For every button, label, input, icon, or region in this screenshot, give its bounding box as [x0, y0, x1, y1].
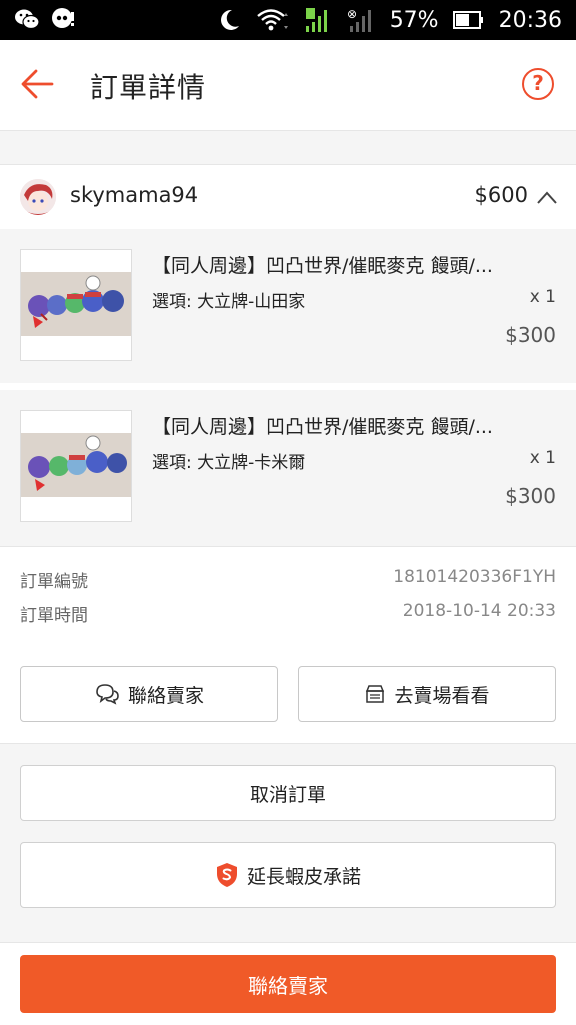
- contact-seller-button[interactable]: 聯絡賣家: [20, 666, 278, 722]
- visit-shop-button[interactable]: 去賣場看看: [298, 666, 556, 722]
- extend-guarantee-button[interactable]: 延長蝦皮承諾: [20, 842, 556, 908]
- order-time-value: 2018-10-14 20:33: [402, 601, 556, 621]
- bottom-action-bar: 聯絡賣家: [0, 942, 576, 1025]
- order-time-label: 訂單時間: [20, 606, 88, 626]
- help-icon[interactable]: ?: [522, 68, 554, 100]
- product-item[interactable]: 【同人周邊】凹凸世界/催眠麥克 饅頭/... 選項: 大立牌-卡米爾 x 1 $…: [0, 390, 576, 544]
- page-title: 訂單詳情: [90, 71, 207, 104]
- battery-icon: [452, 11, 483, 29]
- signal-sim1-icon: [305, 8, 327, 32]
- product-option: 選項: 大立牌-山田家: [152, 292, 306, 312]
- shop-icon: [366, 685, 385, 703]
- wifi-icon: [256, 9, 288, 31]
- extend-guarantee-label: 延長蝦皮承諾: [246, 865, 361, 888]
- product-quantity: x 1: [529, 448, 556, 468]
- primary-contact-seller-label: 聯絡賣家: [248, 973, 328, 998]
- order-actions: 取消訂單 延長蝦皮承諾: [0, 744, 576, 942]
- wechat-icon: [15, 9, 40, 30]
- seller-actions: 聯絡賣家 去賣場看看: [0, 647, 576, 744]
- product-price: $300: [505, 484, 556, 508]
- cancel-order-button[interactable]: 取消訂單: [20, 765, 556, 821]
- product-quantity: x 1: [529, 287, 556, 307]
- chevron-up-icon[interactable]: [536, 187, 558, 209]
- order-number-value: 18101420336F1YH: [393, 567, 556, 587]
- order-total: $600: [474, 183, 528, 207]
- status-bar: ⊗ 57% 20:36: [0, 0, 576, 40]
- seller-row[interactable]: skymama94 $600: [0, 164, 576, 230]
- seller-avatar[interactable]: [20, 179, 56, 215]
- contact-seller-label: 聯絡賣家: [127, 684, 204, 707]
- back-arrow-icon[interactable]: [18, 64, 58, 104]
- clock: 20:36: [498, 7, 562, 33]
- product-name[interactable]: 【同人周邊】凹凸世界/催眠麥克 饅頭/...: [152, 412, 552, 439]
- seller-name[interactable]: skymama94: [70, 183, 198, 207]
- product-item[interactable]: 【同人周邊】凹凸世界/催眠麥克 饅頭/... 選項: 大立牌-山田家 x 1 $…: [0, 229, 576, 383]
- product-thumbnail[interactable]: [20, 249, 132, 361]
- product-price: $300: [505, 323, 556, 347]
- order-info: 訂單編號 18101420336F1YH 訂單時間 2018-10-14 20:…: [0, 546, 576, 648]
- spacer-band: [0, 131, 576, 164]
- cancel-order-label: 取消訂單: [249, 783, 326, 806]
- moon-icon: [220, 9, 239, 30]
- product-option: 選項: 大立牌-卡米爾: [152, 453, 306, 473]
- signal-sim2-icon: ⊗: [347, 7, 371, 32]
- visit-shop-label: 去賣場看看: [394, 684, 490, 707]
- product-name[interactable]: 【同人周邊】凹凸世界/催眠麥克 饅頭/...: [152, 251, 552, 278]
- battery-percent: 57%: [389, 7, 439, 33]
- chat-bubble-icon: [52, 8, 74, 28]
- product-thumbnail[interactable]: [20, 410, 132, 522]
- shopee-guarantee-icon: [216, 863, 237, 887]
- svg-text:⊗: ⊗: [347, 7, 357, 21]
- order-number-label: 訂單編號: [20, 572, 88, 592]
- chat-icon: [96, 684, 119, 705]
- primary-contact-seller-button[interactable]: 聯絡賣家: [20, 955, 556, 1013]
- app-header: 訂單詳情 ?: [0, 40, 576, 131]
